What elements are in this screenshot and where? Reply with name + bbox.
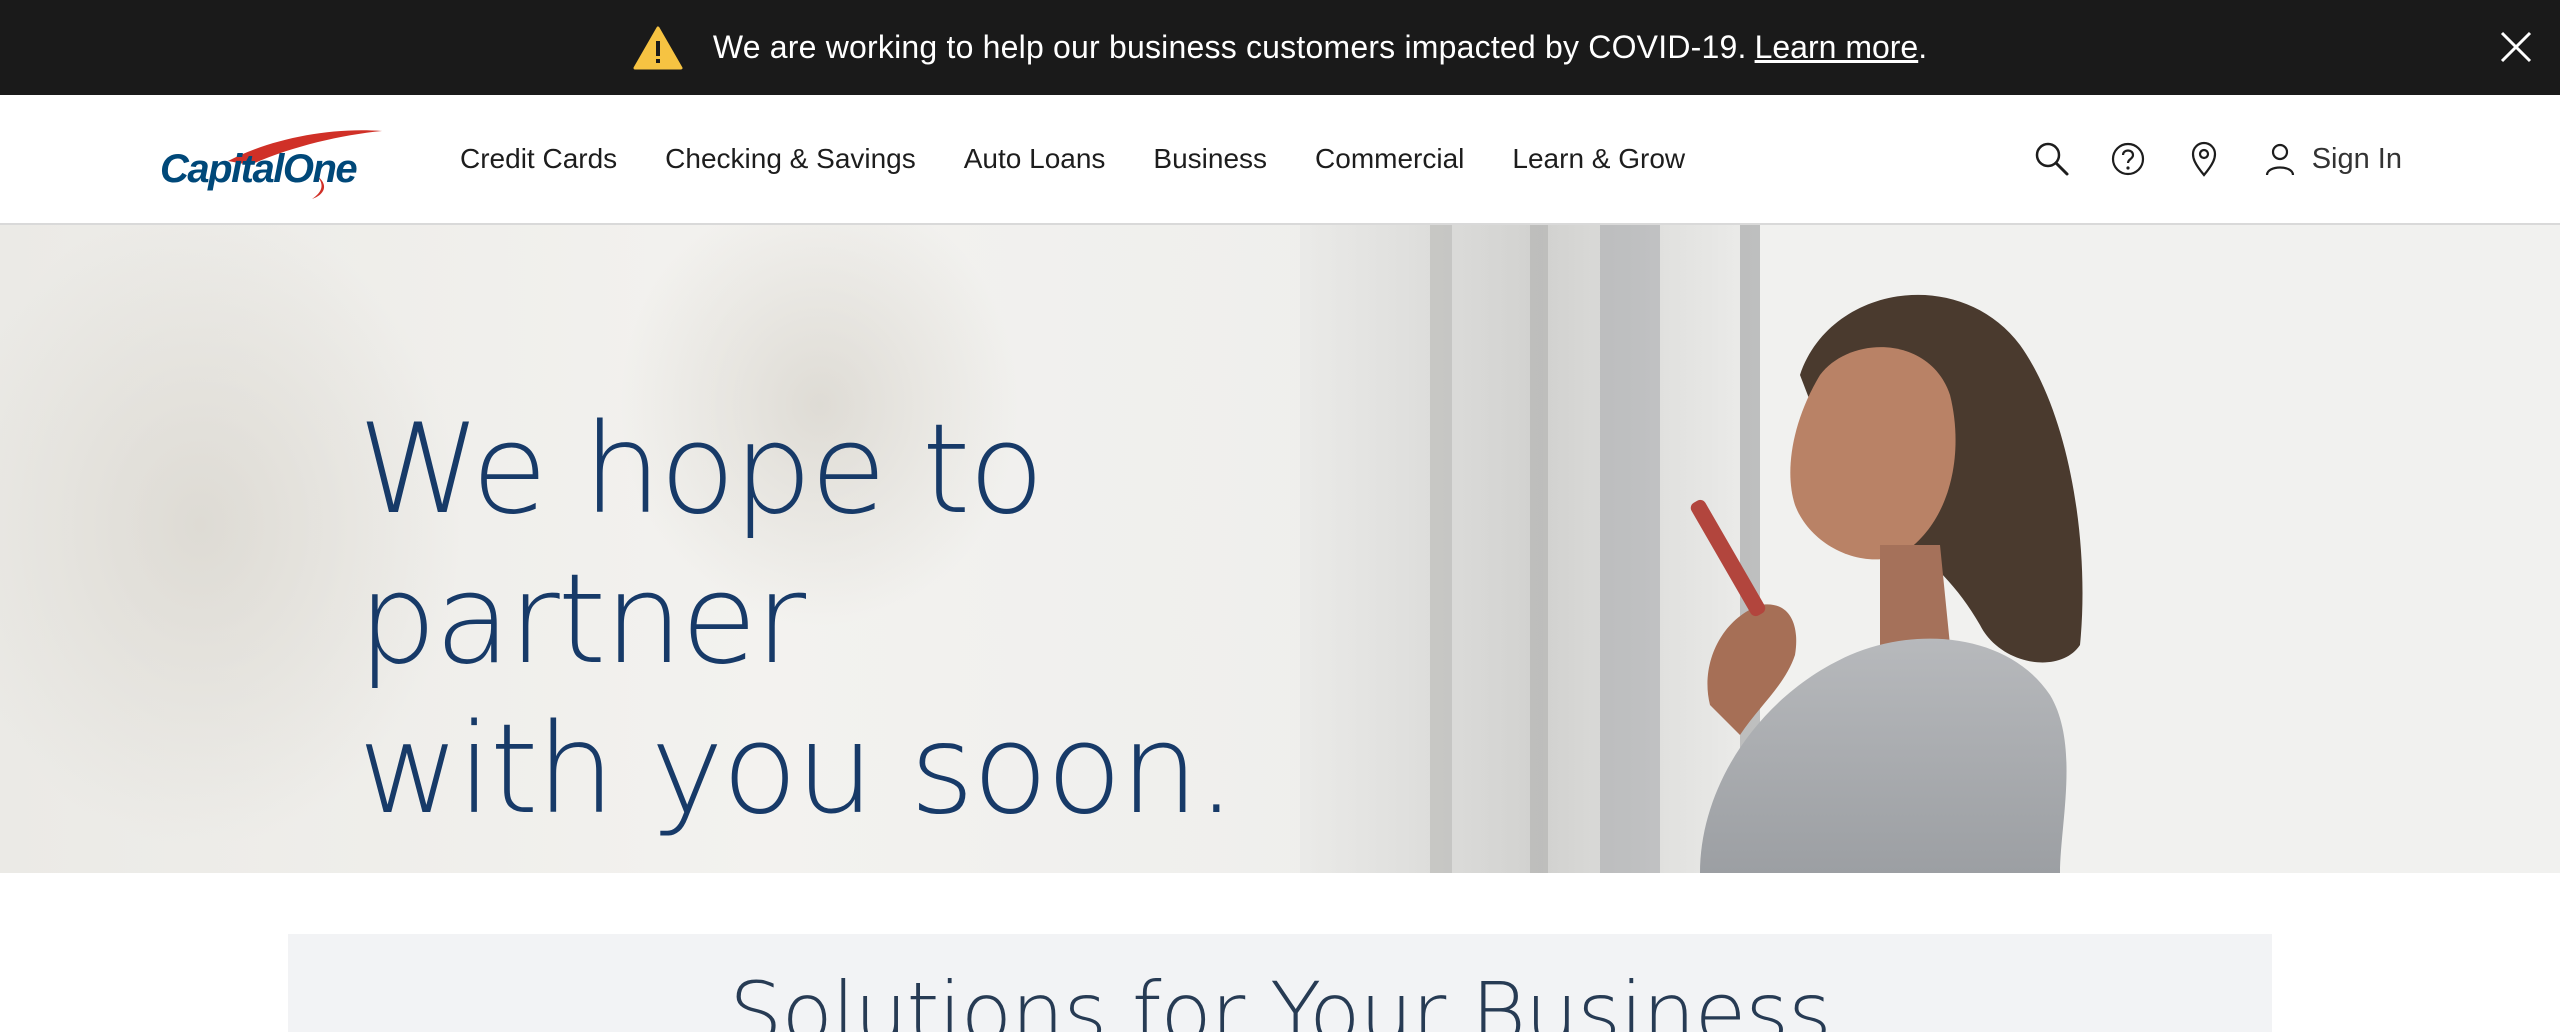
warning-icon: [633, 26, 683, 69]
site-header: CapitalOne Credit Cards Checking & Savin…: [0, 95, 2560, 225]
covid-alert-banner: We are working to help our business cust…: [0, 0, 2560, 95]
alert-trailing-punctuation: .: [1918, 29, 1928, 65]
logo-wordmark: CapitalOne: [160, 147, 358, 191]
hero-headline: We hope to partner with you soon.: [358, 398, 1236, 842]
nav-learn-grow[interactable]: Learn & Grow: [1512, 143, 1685, 175]
main-nav: Credit Cards Checking & Savings Auto Loa…: [460, 95, 1733, 223]
alert-content: We are working to help our business cust…: [633, 26, 1927, 70]
sign-in-label: Sign In: [2311, 142, 2402, 175]
capital-one-logo[interactable]: CapitalOne: [160, 121, 386, 201]
utility-nav: Sign In: [1996, 95, 2402, 223]
user-icon: [2265, 143, 2294, 176]
search-icon[interactable]: [2032, 139, 2072, 179]
nav-checking-savings[interactable]: Checking & Savings: [665, 143, 916, 175]
alert-message: We are working to help our business cust…: [712, 29, 1747, 65]
solutions-title: Solutions for Your Business: [729, 964, 1832, 1032]
close-icon[interactable]: [2494, 25, 2538, 69]
nav-credit-cards[interactable]: Credit Cards: [460, 143, 617, 175]
nav-commercial[interactable]: Commercial: [1315, 143, 1464, 175]
sign-in-button[interactable]: Sign In: [2260, 139, 2402, 179]
solutions-section: Solutions for Your Business: [288, 934, 2272, 1032]
help-icon[interactable]: [2108, 139, 2148, 179]
location-pin-icon[interactable]: [2184, 139, 2224, 179]
nav-business[interactable]: Business: [1153, 143, 1267, 175]
alert-learn-more-link[interactable]: Learn more: [1755, 29, 1919, 66]
hero-banner: We hope to partner with you soon.: [0, 225, 2560, 873]
nav-auto-loans[interactable]: Auto Loans: [964, 143, 1106, 175]
